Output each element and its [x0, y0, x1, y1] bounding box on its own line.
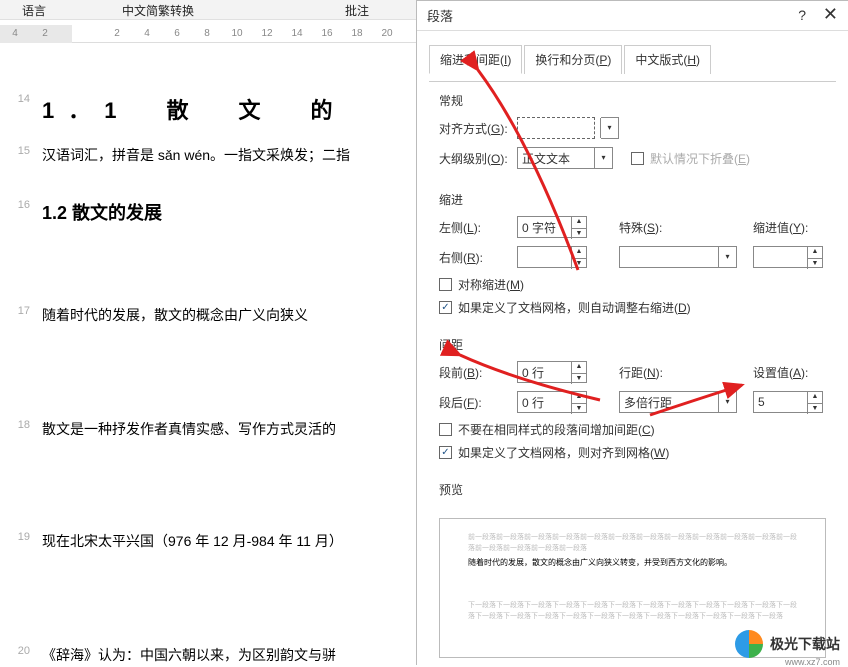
watermark-logo: 极光下载站 [732, 627, 840, 661]
spinner-buttons[interactable]: ▲▼ [571, 362, 586, 384]
alignment-label: 对齐方式(G): [439, 120, 511, 137]
collapse-checkbox: 默认情况下折叠(E) [631, 150, 750, 167]
dialog-tabs: 缩进和间距(I) 换行和分页(P) 中文版式(H) [417, 31, 848, 82]
special-label: 特殊(S): [619, 219, 691, 236]
paragraph-dialog: 段落 ? ✕ 缩进和间距(I) 换行和分页(P) 中文版式(H) 常规 对齐方式… [416, 0, 848, 665]
tab-indent-spacing[interactable]: 缩进和间距(I) [429, 45, 522, 74]
body-text: 随着时代的发展，散文的概念由广义向狭义 [42, 305, 412, 325]
alignment-dropdown-button[interactable]: ▾ [601, 117, 619, 139]
body-text: 现在北宋太平兴国（976 年 12 月-984 年 11 月） [42, 531, 412, 551]
logo-icon [732, 627, 766, 661]
space-before-label: 段前(B): [439, 364, 511, 381]
dialog-titlebar: 段落 ? ✕ [417, 1, 848, 31]
dialog-title-text: 段落 [427, 6, 453, 25]
space-after-input[interactable]: 0 行▲▼ [517, 391, 587, 413]
indent-value-label: 缩进值(Y): [753, 219, 825, 236]
body-text: 《辞海》认为：中国六朝以来，为区别韵文与骈 [42, 645, 412, 665]
document-body[interactable]: 141．1 散 文 的 15汉语词汇，拼音是 sǎn wén。一指文采焕发；二指… [0, 45, 420, 665]
spinner-buttons[interactable]: ▲▼ [807, 392, 822, 414]
section-spacing: 间距 [439, 336, 826, 353]
set-value-label: 设置值(A): [753, 364, 825, 381]
chevron-down-icon: ▾ [594, 148, 612, 168]
section-preview: 预览 [439, 481, 826, 498]
tab-line-page-breaks[interactable]: 换行和分页(P) [524, 45, 622, 74]
toolbar-convert[interactable]: 中文简繁转换 [122, 2, 194, 19]
space-after-label: 段后(F): [439, 394, 511, 411]
section-indent: 缩进 [439, 191, 826, 208]
indent-left-label: 左侧(L): [439, 219, 511, 236]
chevron-down-icon: ▾ [600, 118, 618, 138]
line-spacing-select[interactable]: 多倍行距▾ [619, 391, 737, 413]
indent-right-label: 右侧(R): [439, 249, 511, 266]
indent-left-input[interactable]: 0 字符▲▼ [517, 216, 587, 238]
spinner-buttons[interactable]: ▲▼ [807, 247, 822, 269]
no-space-same-style-checkbox[interactable]: 不要在相同样式的段落间增加间距(C) [439, 421, 826, 438]
set-value-input[interactable]: 5▲▼ [753, 391, 823, 413]
toolbar-language[interactable]: 语言 [22, 2, 46, 19]
heading-1-2: 1.2 散文的发展 [42, 199, 412, 225]
heading-1-1: 1．1 散 文 的 [42, 93, 412, 125]
toolbar-comment[interactable]: 批注 [345, 2, 369, 19]
body-text: 散文是一种抒发作者真情实感、写作方式灵活的 [42, 419, 412, 439]
chevron-down-icon: ▾ [718, 247, 736, 267]
indent-right-input[interactable]: ▲▼ [517, 246, 587, 268]
chevron-down-icon: ▾ [718, 392, 736, 412]
special-select[interactable]: ▾ [619, 246, 737, 268]
spinner-buttons[interactable]: ▲▼ [571, 217, 586, 239]
space-before-input[interactable]: 0 行▲▼ [517, 361, 587, 383]
snap-to-grid-checkbox[interactable]: ✓如果定义了文档网格，则对齐到网格(W) [439, 444, 826, 461]
line-spacing-label: 行距(N): [619, 364, 691, 381]
indent-value-input[interactable]: ▲▼ [753, 246, 823, 268]
outline-label: 大纲级别(O): [439, 150, 511, 167]
watermark-url: www.xz7.com [785, 657, 840, 667]
help-icon[interactable]: ? [798, 7, 806, 23]
mirror-indent-checkbox[interactable]: 对称缩进(M) [439, 276, 826, 293]
horizontal-ruler[interactable]: 4 2 2 4 6 8 10 12 14 16 18 20 [0, 25, 420, 43]
spinner-buttons[interactable]: ▲▼ [571, 392, 586, 414]
tab-asian-typography[interactable]: 中文版式(H) [624, 45, 711, 74]
outline-select[interactable]: 正文文本▾ [517, 147, 613, 169]
auto-adjust-right-indent-checkbox[interactable]: ✓如果定义了文档网格，则自动调整右缩进(D) [439, 299, 826, 316]
section-general: 常规 [439, 92, 826, 109]
close-icon[interactable]: ✕ [823, 4, 838, 25]
spinner-buttons[interactable]: ▲▼ [571, 247, 586, 269]
body-text: 汉语词汇，拼音是 sǎn wén。一指文采焕发；二指 [42, 145, 412, 165]
alignment-select[interactable] [517, 117, 595, 139]
